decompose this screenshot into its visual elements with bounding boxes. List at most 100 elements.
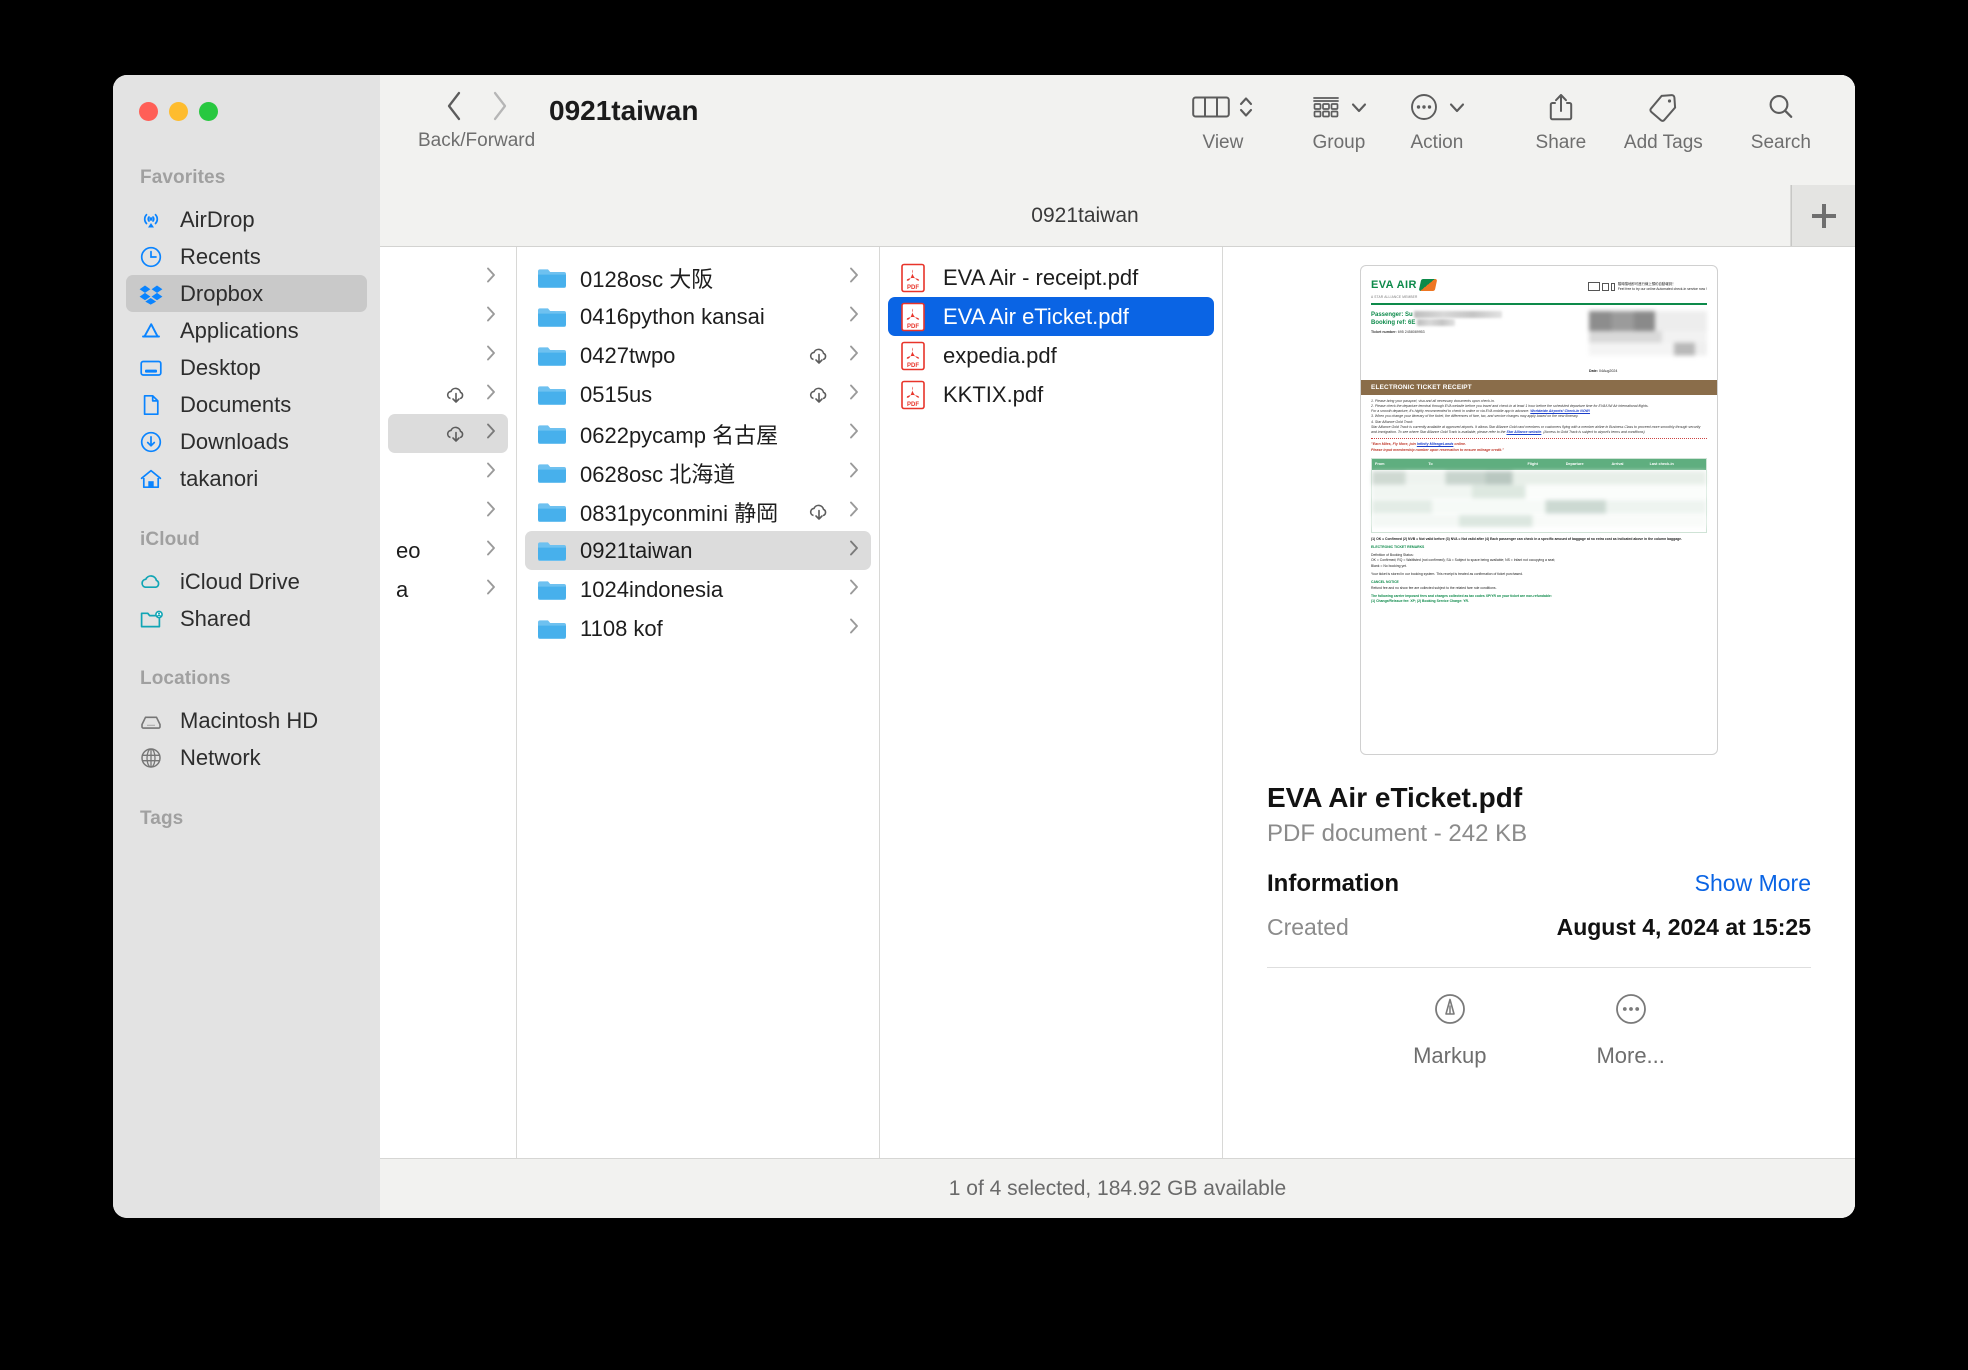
list-item[interactable]: 0427twpo — [525, 336, 871, 375]
disclosure-chevron-icon — [847, 304, 861, 330]
svg-text:PDF: PDF — [907, 285, 919, 291]
list-item[interactable]: PDF EVA Air - receipt.pdf — [888, 258, 1214, 297]
plus-icon — [1812, 204, 1836, 228]
list-item[interactable]: 1024indonesia — [525, 570, 871, 609]
th-flight: Flight — [1528, 462, 1566, 467]
list-item[interactable] — [388, 453, 508, 492]
applications-icon — [138, 318, 164, 344]
icloud-download-icon[interactable] — [806, 500, 834, 524]
shared-folder-icon — [138, 606, 164, 632]
folder-icon — [537, 617, 567, 641]
disclosure-chevron-icon — [484, 460, 498, 486]
tag-icon — [1647, 92, 1679, 127]
icloud-download-icon[interactable] — [443, 383, 471, 407]
pdf-preview-thumbnail[interactable]: EVA AIR A STAR ALLIANCE MEMBER 隨時隨地即可進行線… — [1360, 265, 1718, 755]
list-item[interactable]: PDF expedia.pdf — [888, 336, 1214, 375]
list-item[interactable] — [388, 297, 508, 336]
star-alliance-link[interactable]: Star Alliance website — [1506, 430, 1541, 434]
search-button[interactable]: Search — [1751, 88, 1811, 154]
markup-button[interactable]: Markup — [1413, 990, 1486, 1069]
folder-icon — [537, 578, 567, 602]
sidebar-item-takanori[interactable]: takanori — [126, 460, 367, 497]
list-item[interactable] — [388, 375, 508, 414]
list-item[interactable]: PDF EVA Air eTicket.pdf — [888, 297, 1214, 336]
sidebar-item-documents[interactable]: Documents — [126, 386, 367, 423]
th-from: From — [1375, 462, 1428, 467]
disclosure-chevron-icon — [484, 499, 498, 525]
more-button[interactable]: More... — [1596, 990, 1664, 1069]
dropbox-icon — [138, 281, 164, 307]
list-item[interactable] — [388, 258, 508, 297]
sidebar-item-macintosh-hd[interactable]: Macintosh HD — [126, 702, 367, 739]
list-item[interactable]: 0831pyconmini 静岡 — [525, 492, 871, 531]
list-item[interactable]: eo — [388, 531, 508, 570]
sidebar-item-airdrop[interactable]: AirDrop — [126, 201, 367, 238]
add-tags-button[interactable]: Add Tags — [1624, 88, 1703, 154]
sidebar-item-desktop[interactable]: Desktop — [126, 349, 367, 386]
preview-kind-size: PDF document - 242 KB — [1267, 820, 1811, 848]
note-2b: For a smooth departure, it's highly reco… — [1371, 409, 1529, 413]
list-item[interactable]: 1108 kof — [525, 609, 871, 648]
window-controls — [113, 75, 380, 121]
list-item[interactable]: 0921taiwan — [525, 531, 871, 570]
list-item[interactable]: 0416python kansai — [525, 297, 871, 336]
back-button[interactable] — [445, 90, 464, 127]
search-label: Search — [1751, 132, 1811, 154]
group-icon — [1310, 93, 1342, 126]
disclosure-chevron-icon — [847, 616, 861, 642]
group-button[interactable]: Group — [1310, 88, 1368, 154]
sidebar-item-downloads[interactable]: Downloads — [126, 423, 367, 460]
svg-text:PDF: PDF — [907, 402, 919, 408]
th-to: To — [1428, 462, 1527, 467]
folder-icon — [537, 539, 567, 563]
list-item[interactable]: PDF KKTIX.pdf — [888, 375, 1214, 414]
downloads-icon — [138, 429, 164, 455]
sidebar-item-shared[interactable]: Shared — [126, 600, 367, 637]
list-item[interactable] — [388, 492, 508, 531]
list-item[interactable]: a — [388, 570, 508, 609]
list-item[interactable]: 0628osc 北海道 — [525, 453, 871, 492]
icloud-download-icon[interactable] — [806, 344, 834, 368]
sidebar-item-icloud-drive[interactable]: iCloud Drive — [126, 563, 367, 600]
worldwide-airports-link[interactable]: Worldwide Airports! Check-In NOW! — [1530, 409, 1590, 413]
sidebar-item-network[interactable]: Network — [126, 739, 367, 776]
column-parent-partial[interactable]: eo a — [380, 247, 517, 1158]
minimize-button[interactable] — [169, 102, 188, 121]
close-button[interactable] — [139, 102, 158, 121]
main-area: Back/Forward 0921taiwan View — [380, 75, 1855, 1218]
new-tab-button[interactable] — [1791, 185, 1855, 246]
sidebar-item-label: Shared — [180, 606, 251, 632]
chevron-down-icon — [1350, 93, 1368, 126]
sidebar-item-applications[interactable]: Applications — [126, 312, 367, 349]
icloud-download-icon[interactable] — [443, 422, 471, 446]
list-item[interactable] — [388, 336, 508, 375]
clock-icon — [138, 244, 164, 270]
preview-file-name: EVA Air eTicket.pdf — [1267, 782, 1811, 814]
zoom-button[interactable] — [199, 102, 218, 121]
itinerary-table: From To Flight Departure Arrival Last ch… — [1371, 458, 1707, 532]
sidebar-item-label: Dropbox — [180, 281, 263, 307]
show-more-link[interactable]: Show More — [1695, 870, 1811, 897]
sidebar-item-label: takanori — [180, 466, 258, 492]
action-button[interactable]: Action — [1408, 88, 1466, 154]
view-button[interactable]: View — [1192, 88, 1254, 154]
column-folders[interactable]: 0128osc 大阪 0416python kansai 0427twpo 05… — [517, 247, 880, 1158]
icloud-download-icon[interactable] — [806, 383, 834, 407]
tab-0921taiwan[interactable]: 0921taiwan — [380, 185, 1791, 246]
forward-button[interactable] — [490, 90, 509, 127]
sidebar-item-recents[interactable]: Recents — [126, 238, 367, 275]
list-item[interactable]: 0515us — [525, 375, 871, 414]
sidebar-item-dropbox[interactable]: Dropbox — [126, 275, 367, 312]
sidebar-item-label: Documents — [180, 392, 291, 418]
markup-icon — [1431, 990, 1469, 1034]
list-item[interactable] — [388, 414, 508, 453]
list-item[interactable]: 0128osc 大阪 — [525, 258, 871, 297]
booking-ref-label: Booking ref: — [1371, 320, 1406, 326]
sidebar-item-label: Macintosh HD — [180, 708, 318, 734]
disclosure-chevron-icon — [847, 343, 861, 369]
infinity-mileagelands-link[interactable]: Infinity MileageLands — [1417, 442, 1454, 446]
column-files[interactable]: PDF EVA Air - receipt.pdf PDF EVA Air eT… — [880, 247, 1223, 1158]
list-item[interactable]: 0622pycamp 名古屋 — [525, 414, 871, 453]
harddisk-icon — [138, 708, 164, 734]
share-button[interactable]: Share — [1534, 88, 1588, 154]
